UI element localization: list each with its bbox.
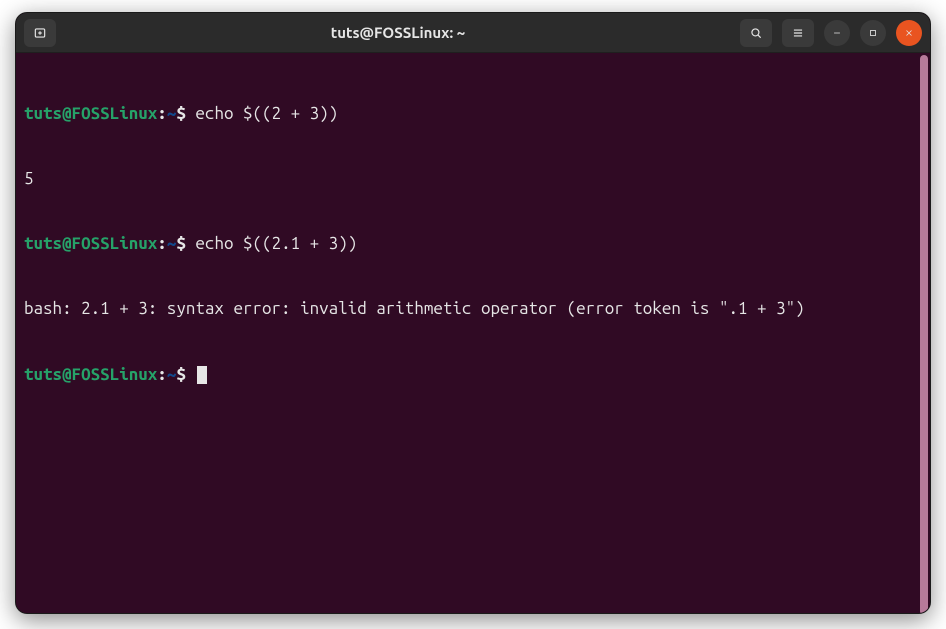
terminal-output: 5 — [24, 168, 908, 190]
prompt-user-host: tuts@FOSSLinux — [24, 104, 157, 123]
terminal-line: tuts@FOSSLinux:~$ echo $((2 + 3)) — [24, 103, 908, 125]
terminal-content: tuts@FOSSLinux:~$ echo $((2 + 3)) 5 tuts… — [24, 59, 922, 429]
new-tab-icon — [33, 26, 47, 40]
prompt-symbol: $ — [176, 234, 186, 253]
command-text: echo $((2.1 + 3)) — [195, 234, 357, 253]
prompt-sep: : — [157, 234, 167, 253]
close-icon — [904, 28, 914, 38]
minimize-button[interactable] — [824, 20, 850, 46]
scrollbar-track[interactable] — [918, 53, 930, 613]
titlebar: tuts@FOSSLinux: ~ — [16, 13, 930, 53]
prompt-sep: : — [157, 104, 167, 123]
cursor-block — [197, 366, 207, 384]
terminal-line: tuts@FOSSLinux:~$ — [24, 364, 908, 386]
hamburger-icon — [791, 26, 805, 40]
scrollbar-thumb[interactable] — [920, 55, 928, 613]
maximize-button[interactable] — [860, 20, 886, 46]
prompt-path: ~ — [167, 234, 177, 253]
prompt-path: ~ — [167, 365, 177, 384]
prompt-user-host: tuts@FOSSLinux — [24, 365, 157, 384]
terminal-window: tuts@FOSSLinux: ~ — [15, 12, 931, 614]
prompt-path: ~ — [167, 104, 177, 123]
close-button[interactable] — [896, 20, 922, 46]
window-title: tuts@FOSSLinux: ~ — [64, 24, 732, 41]
maximize-icon — [868, 28, 878, 38]
prompt-symbol: $ — [176, 365, 186, 384]
minimize-icon — [832, 28, 842, 38]
new-tab-button[interactable] — [24, 19, 56, 47]
prompt-sep: : — [157, 365, 167, 384]
hamburger-menu-button[interactable] — [782, 19, 814, 47]
command-text: echo $((2 + 3)) — [195, 104, 338, 123]
search-button[interactable] — [740, 19, 772, 47]
terminal-viewport[interactable]: tuts@FOSSLinux:~$ echo $((2 + 3)) 5 tuts… — [16, 53, 930, 613]
prompt-user-host: tuts@FOSSLinux — [24, 234, 157, 253]
prompt-symbol: $ — [176, 104, 186, 123]
terminal-line: tuts@FOSSLinux:~$ echo $((2.1 + 3)) — [24, 233, 908, 255]
terminal-output: bash: 2.1 + 3: syntax error: invalid ari… — [24, 298, 908, 320]
search-icon — [749, 26, 763, 40]
